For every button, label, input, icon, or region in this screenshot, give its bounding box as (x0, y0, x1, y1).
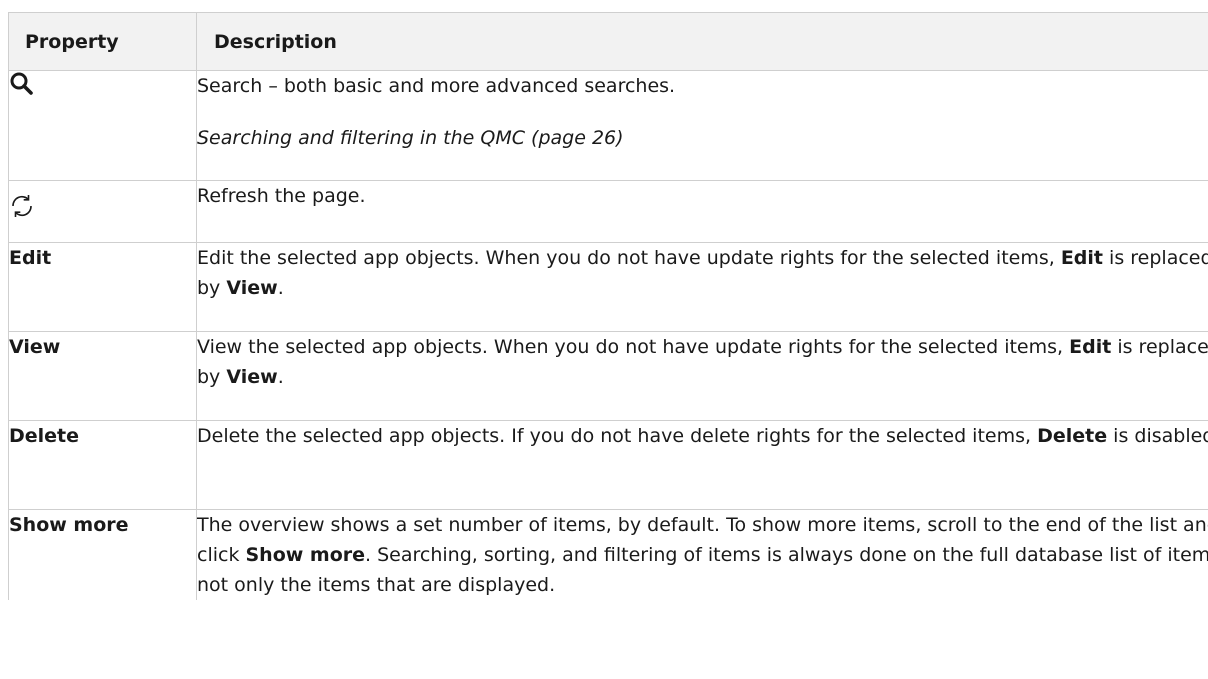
bold-term: View (226, 366, 278, 388)
description-text: Delete the selected app objects. If you … (197, 425, 1038, 447)
description-text: . (277, 277, 284, 299)
header-property: Property (8, 12, 197, 71)
refresh-icon (9, 193, 196, 219)
table-row: Refresh the page. (8, 180, 1208, 243)
table-row: Show more The overview shows a set numbe… (8, 509, 1208, 600)
description-text: . (277, 366, 284, 388)
description-cell: Delete the selected app objects. If you … (196, 420, 1208, 510)
bold-term: View (226, 277, 278, 299)
property-label: View (8, 331, 197, 421)
description-text: Refresh the page. (197, 185, 366, 207)
table-header-row: Property Description (8, 12, 1208, 71)
description-cell: View the selected app objects. When you … (196, 331, 1208, 421)
description-cell: The overview shows a set number of items… (196, 509, 1208, 600)
bold-term: Edit (1060, 247, 1104, 269)
search-icon (9, 71, 196, 97)
description-cell: Refresh the page. (196, 180, 1208, 243)
properties-table: Property Description Search – both basic… (8, 12, 1208, 600)
property-cell (8, 70, 197, 181)
description-text: Search – both basic and more advanced se… (197, 75, 676, 97)
table-row: Edit Edit the selected app objects. When… (8, 242, 1208, 332)
property-label: Show more (8, 509, 197, 600)
table-row: Search – both basic and more advanced se… (8, 70, 1208, 181)
header-description: Description (196, 12, 1208, 71)
table-row: View View the selected app objects. When… (8, 331, 1208, 421)
table-row: Delete Delete the selected app objects. … (8, 420, 1208, 510)
bold-term: Edit (1069, 336, 1112, 358)
cross-reference-link[interactable]: Searching and filtering in the QMC (page… (197, 123, 1208, 153)
description-cell: Search – both basic and more advanced se… (196, 70, 1208, 181)
description-text: View the selected app objects. When you … (197, 336, 1070, 358)
bold-term: Delete (1037, 425, 1108, 447)
description-cell: Edit the selected app objects. When you … (196, 242, 1208, 332)
property-cell (8, 180, 197, 243)
description-text: Edit the selected app objects. When you … (197, 247, 1061, 269)
bold-term: Show more (245, 544, 366, 566)
description-text: is disabled. (1113, 425, 1208, 447)
property-label: Edit (8, 242, 197, 332)
property-label: Delete (8, 420, 197, 510)
